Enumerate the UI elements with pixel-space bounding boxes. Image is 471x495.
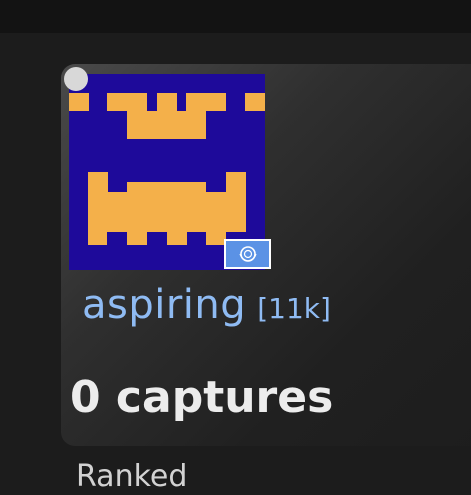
top-bar (0, 0, 471, 33)
game-type-label: Ranked (76, 459, 188, 494)
rating-label: [11k] (257, 292, 331, 325)
un-flag-icon (224, 239, 271, 269)
captures-count: 0 captures (70, 372, 334, 423)
online-status-dot (64, 67, 88, 91)
username-link[interactable]: aspiring (82, 282, 246, 328)
username-row: aspiring [11k] (82, 282, 331, 328)
